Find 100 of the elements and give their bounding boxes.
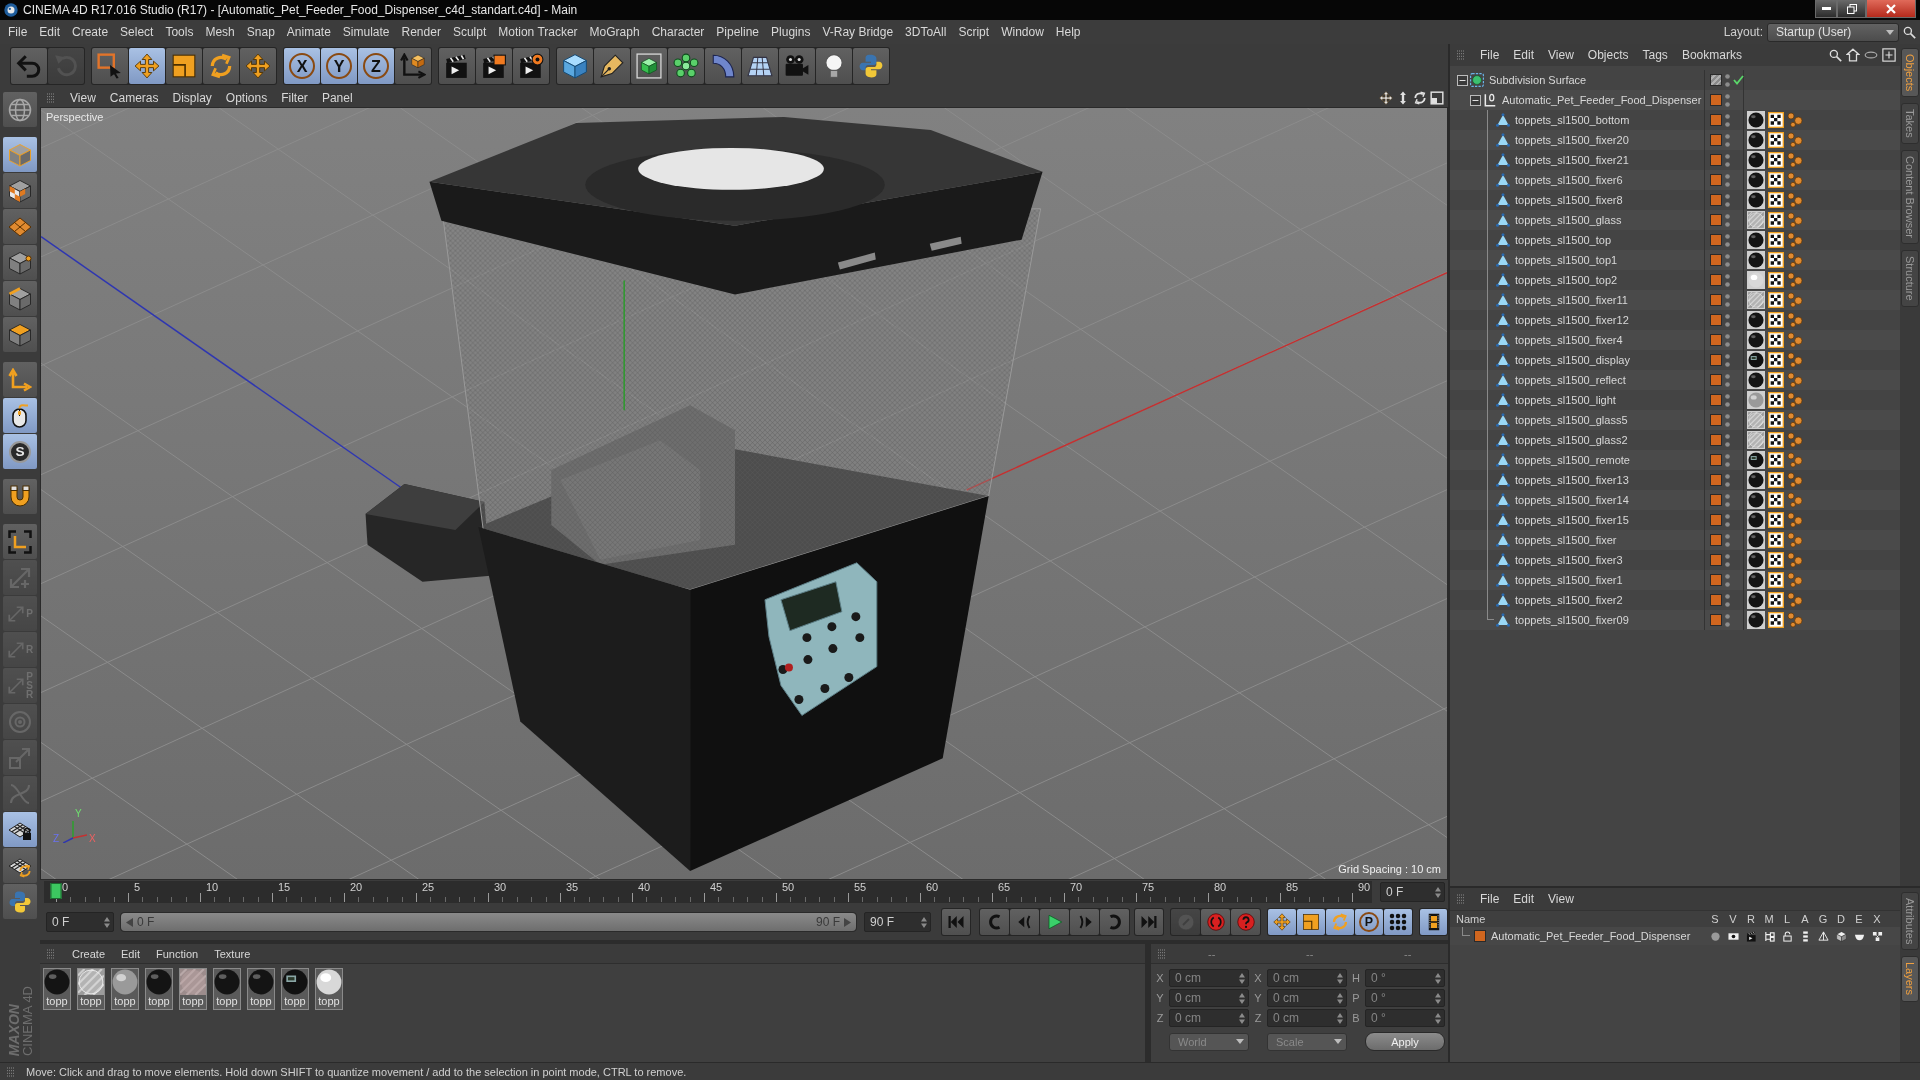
- layer-swatch[interactable]: [1710, 334, 1722, 346]
- side-tab[interactable]: Objects: [1901, 48, 1919, 98]
- visibility-dots-icon[interactable]: [1725, 373, 1730, 387]
- checker-tag-icon[interactable]: [1768, 132, 1784, 148]
- dots-tag-icon[interactable]: [1787, 392, 1803, 408]
- workplane-button[interactable]: [3, 209, 37, 244]
- collapse-icon[interactable]: [1469, 94, 1481, 106]
- checker-tag-icon[interactable]: [1768, 532, 1784, 548]
- material-tag-icon[interactable]: [1747, 571, 1765, 589]
- column-header[interactable]: M: [1760, 913, 1778, 925]
- layer-swatch[interactable]: [1710, 114, 1722, 126]
- layer-menu-item[interactable]: Edit: [1513, 892, 1535, 906]
- object-row[interactable]: toppets_sl1500_fixer1: [1450, 570, 1900, 590]
- checker-tag-icon[interactable]: [1768, 252, 1784, 268]
- plus-box-icon[interactable]: [1882, 48, 1896, 62]
- checker-tag-icon[interactable]: [1768, 272, 1784, 288]
- checker-tag-icon[interactable]: [1768, 452, 1784, 468]
- visibility-dots-icon[interactable]: [1725, 313, 1730, 327]
- dots-tag-icon[interactable]: [1787, 232, 1803, 248]
- material-tag-icon[interactable]: [1747, 111, 1765, 129]
- material-tag-icon[interactable]: [1747, 491, 1765, 509]
- column-header[interactable]: G: [1814, 913, 1832, 925]
- checker-tag-icon[interactable]: [1768, 372, 1784, 388]
- dots-tag-icon[interactable]: [1787, 412, 1803, 428]
- menu-item[interactable]: Mesh: [205, 25, 235, 39]
- menu-item[interactable]: File: [8, 25, 28, 39]
- go-to-end-button[interactable]: [1135, 909, 1163, 935]
- search-icon[interactable]: [1903, 25, 1916, 39]
- visibility-dots-icon[interactable]: [1725, 253, 1730, 267]
- object-row[interactable]: toppets_sl1500_fixer6: [1450, 170, 1900, 190]
- material-tile[interactable]: topp: [43, 968, 71, 1010]
- visibility-dots-icon[interactable]: [1725, 533, 1730, 547]
- layer-swatch[interactable]: [1710, 454, 1722, 466]
- layer-swatch[interactable]: [1710, 574, 1722, 586]
- menu-item[interactable]: MoGraph: [589, 25, 640, 39]
- hierarchy-icon[interactable]: [1763, 930, 1775, 942]
- close-button[interactable]: [1866, 0, 1916, 18]
- material-tile[interactable]: topp: [315, 968, 343, 1010]
- visibility-dots-icon[interactable]: [1725, 473, 1730, 487]
- layer-swatch[interactable]: [1710, 434, 1722, 446]
- menu-item[interactable]: Render: [401, 25, 441, 39]
- make-editable-button[interactable]: [3, 92, 37, 127]
- visibility-dots-icon[interactable]: [1725, 113, 1730, 127]
- layer-swatch[interactable]: [1710, 214, 1722, 226]
- workplane-tool-button[interactable]: [3, 524, 37, 559]
- timeline-button[interactable]: [1420, 909, 1447, 935]
- menu-item[interactable]: Tools: [165, 25, 194, 39]
- visibility-dots-icon[interactable]: [1725, 293, 1730, 307]
- dots-tag-icon[interactable]: [1787, 132, 1803, 148]
- dots-tag-icon[interactable]: [1787, 272, 1803, 288]
- material-tile[interactable]: topp: [111, 968, 139, 1010]
- column-header[interactable]: R: [1742, 913, 1760, 925]
- layer-swatch[interactable]: [1710, 374, 1722, 386]
- next-key-button[interactable]: [1100, 909, 1129, 935]
- timeline-ruler[interactable]: 0 5 10 15 20 25 30 35 40 45 50 55 60 65 70 75 80 85 90: [44, 881, 1372, 903]
- cube-icon[interactable]: [1835, 930, 1847, 942]
- material-tile[interactable]: topp: [77, 968, 105, 1010]
- object-menu-item[interactable]: File: [1480, 48, 1500, 62]
- cloner-button[interactable]: [668, 48, 704, 84]
- object-row[interactable]: toppets_sl1500_top1: [1450, 250, 1900, 270]
- menu-item[interactable]: Window: [1001, 25, 1044, 39]
- cube-button[interactable]: [557, 48, 593, 84]
- checker-tag-icon[interactable]: [1768, 572, 1784, 588]
- visibility-dots-icon[interactable]: [1725, 213, 1730, 227]
- object-menu-item[interactable]: View: [1548, 48, 1574, 62]
- check-icon[interactable]: [1733, 75, 1744, 85]
- layer-swatch[interactable]: [1710, 414, 1722, 426]
- eye-icon[interactable]: [1727, 930, 1739, 942]
- layer-swatch[interactable]: [1710, 314, 1722, 326]
- visibility-dots-icon[interactable]: [1725, 353, 1730, 367]
- viewport-menu-item[interactable]: Filter: [281, 90, 308, 105]
- key-position-button[interactable]: [1268, 909, 1296, 935]
- object-row[interactable]: toppets_sl1500_remote: [1450, 450, 1900, 470]
- previous-key-button[interactable]: [980, 909, 1009, 935]
- material-menu-item[interactable]: Texture: [214, 947, 251, 960]
- menu-item[interactable]: Script: [958, 25, 990, 39]
- object-menu-item[interactable]: Tags: [1642, 48, 1668, 62]
- dots-tag-icon[interactable]: [1787, 352, 1803, 368]
- material-tag-icon[interactable]: [1747, 331, 1765, 349]
- column-header[interactable]: E: [1850, 913, 1868, 925]
- checker-tag-icon[interactable]: [1768, 312, 1784, 328]
- side-tab[interactable]: Takes: [1901, 103, 1919, 145]
- current-frame-field[interactable]: 0 F: [1380, 882, 1445, 902]
- dots-tag-icon[interactable]: [1787, 312, 1803, 328]
- squares-icon[interactable]: [1871, 930, 1883, 942]
- side-tab[interactable]: Attributes: [1901, 892, 1919, 951]
- material-tag-icon[interactable]: [1747, 151, 1765, 169]
- layer-menu-item[interactable]: File: [1480, 892, 1500, 906]
- object-row[interactable]: toppets_sl1500_fixer14: [1450, 490, 1900, 510]
- dots-tag-icon[interactable]: [1787, 472, 1803, 488]
- visibility-dots-icon[interactable]: [1725, 413, 1730, 427]
- render-view-button[interactable]: [439, 48, 475, 84]
- column-header[interactable]: X: [1868, 913, 1886, 925]
- menu-item[interactable]: Pipeline: [716, 25, 760, 39]
- layer-swatch[interactable]: [1710, 614, 1722, 626]
- dots-tag-icon[interactable]: [1787, 592, 1803, 608]
- checker-tag-icon[interactable]: [1768, 592, 1784, 608]
- y-axis-button[interactable]: Y: [321, 48, 357, 84]
- dots-tag-icon[interactable]: [1787, 532, 1803, 548]
- deformer-button[interactable]: [705, 48, 741, 84]
